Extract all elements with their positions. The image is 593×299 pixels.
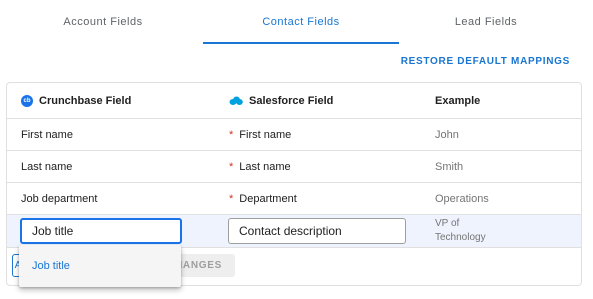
crunchbase-field-cell: Last name — [21, 160, 73, 173]
example-header: Example — [435, 94, 481, 107]
table-row: Job department * Department Operations — [7, 183, 581, 215]
example-line: Technology — [435, 232, 486, 243]
salesforce-field-label: Last name — [239, 160, 291, 173]
crunchbase-field-select[interactable]: Job title — [20, 218, 182, 244]
salesforce-field-input[interactable]: Contact description — [228, 218, 406, 244]
salesforce-field-header-label: Salesforce Field — [249, 94, 334, 107]
salesforce-field-cell: * Last name — [229, 151, 291, 182]
required-indicator: * — [229, 128, 234, 141]
required-indicator: * — [229, 192, 234, 205]
crunchbase-logo-icon: cb — [21, 94, 33, 107]
salesforce-field-label: First name — [239, 128, 292, 141]
salesforce-logo-icon — [229, 96, 243, 106]
tab-contact-fields[interactable]: Contact Fields — [203, 0, 399, 44]
example-cell: Smith — [435, 160, 464, 173]
tab-lead-fields[interactable]: Lead Fields — [388, 0, 584, 44]
example-line: VP of — [435, 218, 460, 229]
required-indicator: * — [229, 160, 234, 173]
field-tabs: Account Fields Contact Fields Lead Field… — [5, 0, 581, 46]
salesforce-field-cell: * First name — [229, 119, 291, 150]
salesforce-field-cell: * Department — [229, 183, 297, 214]
crunchbase-field-dropdown: Job title — [19, 245, 181, 287]
restore-default-mappings-link[interactable]: RESTORE DEFAULT MAPPINGS — [401, 56, 570, 67]
example-cell: Operations — [435, 192, 489, 205]
salesforce-field-label: Department — [239, 192, 297, 205]
table-row: First name * First name John — [7, 119, 581, 151]
editing-table-row: Job title Contact description VP of Tech… — [7, 215, 581, 248]
table-header: cb Crunchbase Field Salesforce Field Exa… — [7, 83, 581, 119]
dropdown-option-job-title[interactable]: Job title — [19, 245, 181, 287]
crunchbase-field-header-label: Crunchbase Field — [39, 94, 132, 107]
salesforce-field-header: Salesforce Field — [229, 83, 333, 118]
example-cell: VP of Technology — [435, 217, 486, 245]
crunchbase-field-cell: First name — [21, 128, 73, 141]
crunchbase-field-cell: Job department — [21, 192, 98, 205]
example-cell: John — [435, 128, 459, 141]
table-row: Last name * Last name Smith — [7, 151, 581, 183]
tab-account-fields[interactable]: Account Fields — [5, 0, 201, 44]
crunchbase-field-header: cb Crunchbase Field — [21, 83, 131, 118]
